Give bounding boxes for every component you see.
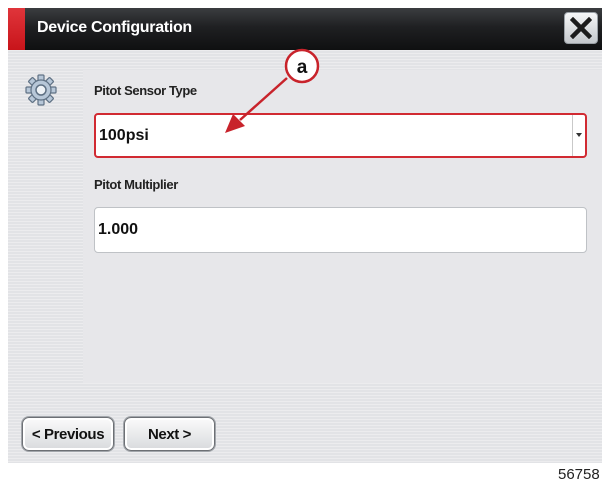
close-button[interactable]: [564, 12, 598, 44]
pitot-multiplier-input[interactable]: 1.000: [94, 207, 587, 253]
dialog-content: Pitot Sensor Type 100psi Pitot Multiplie…: [8, 50, 602, 463]
pitot-sensor-type-value: 100psi: [99, 127, 149, 144]
window-title: Device Configuration: [37, 19, 192, 36]
figure-number: 56758: [558, 466, 600, 483]
pitot-sensor-type-dropdown[interactable]: 100psi: [94, 113, 587, 158]
pitot-multiplier-value: 1.000: [98, 221, 139, 238]
chevron-down-icon[interactable]: [576, 133, 582, 137]
previous-button[interactable]: < Previous: [22, 417, 114, 451]
dropdown-divider: [572, 115, 573, 156]
close-x-icon: [570, 17, 592, 39]
title-accent-stripe: [8, 8, 25, 50]
pitot-sensor-type-label: Pitot Sensor Type: [94, 83, 197, 98]
title-bar: Device Configuration: [8, 8, 602, 50]
next-button[interactable]: Next >: [124, 417, 215, 451]
gear-icon: [24, 73, 58, 107]
pitot-multiplier-label: Pitot Multiplier: [94, 177, 178, 192]
